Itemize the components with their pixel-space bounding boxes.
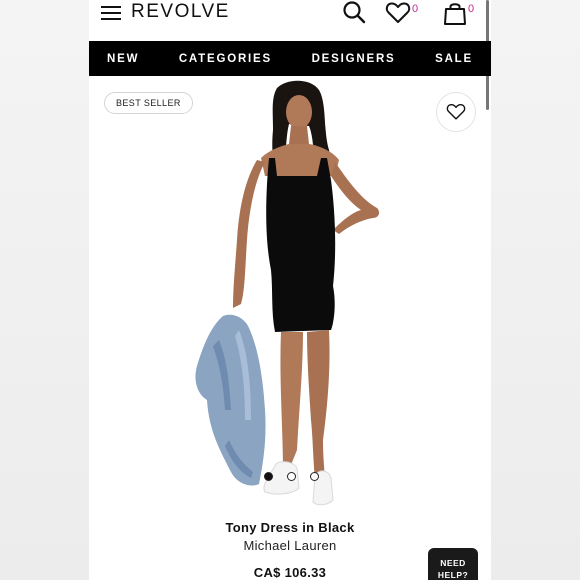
product-image[interactable] (189, 80, 399, 520)
nav-new[interactable]: NEW (107, 53, 139, 65)
background-left (0, 0, 89, 580)
shopping-bag-icon[interactable] (442, 0, 468, 26)
wishlist-heart-icon[interactable] (385, 0, 411, 26)
bag-count: 0 (468, 3, 475, 15)
carousel-dot-1[interactable] (264, 472, 273, 481)
best-seller-badge: BEST SELLER (104, 92, 193, 114)
mobile-screen: REVOLVE 0 0 NEW CATEGORIES DESIGNERS SAL… (89, 0, 491, 580)
image-carousel-dots (264, 472, 319, 481)
wishlist-count: 0 (412, 3, 419, 15)
search-icon[interactable] (341, 0, 367, 26)
product-name[interactable]: Tony Dress in Black (89, 520, 491, 535)
nav-designers[interactable]: DESIGNERS (312, 53, 396, 65)
need-help-button[interactable]: NEED HELP? (428, 548, 478, 580)
menu-icon[interactable] (101, 6, 121, 20)
site-logo[interactable]: REVOLVE (131, 1, 230, 23)
heart-icon (446, 103, 466, 120)
help-line-2: HELP? (437, 570, 469, 580)
help-line-1: NEED (440, 558, 466, 568)
nav-categories[interactable]: CATEGORIES (179, 53, 272, 65)
add-to-wishlist-button[interactable] (436, 92, 476, 132)
background-right (491, 0, 580, 580)
carousel-dot-2[interactable] (287, 472, 296, 481)
main-nav: NEW CATEGORIES DESIGNERS SALE (89, 41, 491, 76)
site-header: REVOLVE 0 0 (89, 0, 491, 40)
nav-sale[interactable]: SALE (435, 53, 473, 65)
carousel-dot-3[interactable] (310, 472, 319, 481)
